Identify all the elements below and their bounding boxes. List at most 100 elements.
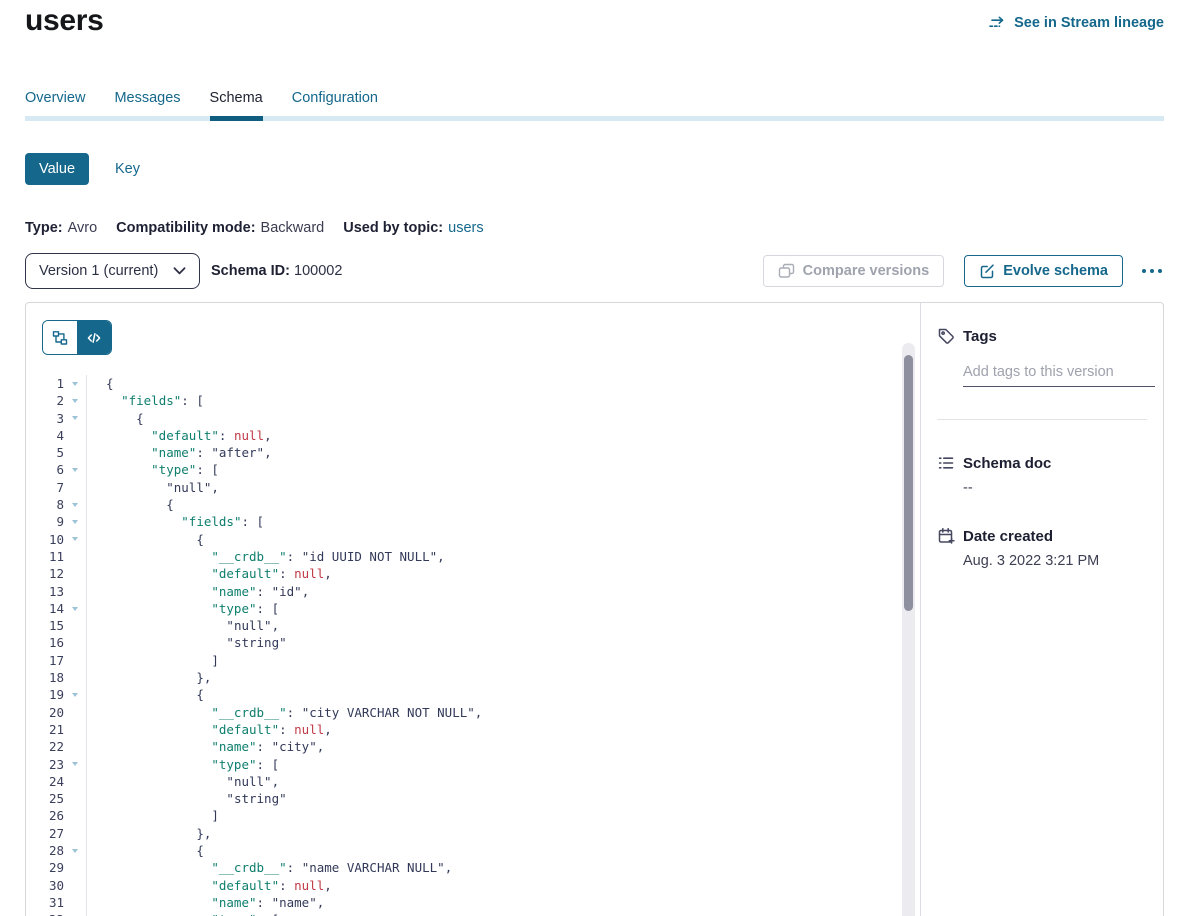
date-created-title: Date created [963,528,1053,545]
code-line-text: { [86,842,204,859]
code-line: 22 "name": "city", [26,738,920,755]
fold-arrow-icon[interactable] [72,607,78,611]
schema-doc-title: Schema doc [963,455,1051,472]
code-line-text: "default": null, [86,877,332,894]
editor-scrollbar-thumb[interactable] [904,355,913,611]
code-line-text: "string" [86,634,287,651]
version-select[interactable]: Version 1 (current) [25,253,200,289]
code-editor: 1{2 "fields": [3 {4 "default": null,5 "n… [26,375,920,916]
more-actions-menu[interactable] [1140,263,1164,279]
code-line-text: "type": [ [86,600,279,617]
fold-arrow-icon[interactable] [72,693,78,697]
code-line: 12 "default": null, [26,565,920,582]
tab-overview[interactable]: Overview [25,90,85,107]
version-select-value: Version 1 (current) [39,263,158,279]
tree-view-button[interactable] [43,321,77,354]
tags-input[interactable] [963,364,1155,380]
code-line-text: "__crdb__": "name VARCHAR NULL", [86,859,452,876]
fold-gutter [64,607,86,611]
type-value: Avro [68,220,98,236]
tags-title: Tags [963,328,997,345]
code-line-text: "name": "after", [86,444,272,461]
code-line-text: "string" [86,790,287,807]
evolve-schema-button[interactable]: Evolve schema [964,255,1123,287]
line-number: 29 [26,859,64,876]
fold-arrow-icon[interactable] [72,468,78,472]
code-line: 3 { [26,410,920,427]
fold-arrow-icon[interactable] [72,382,78,386]
line-number: 26 [26,807,64,824]
key-toggle-button[interactable]: Key [115,161,140,177]
value-key-selector: Value Key [25,153,140,185]
code-line-text: { [86,375,114,392]
fold-gutter [64,382,86,386]
code-line-text: "type": [ [86,911,279,916]
code-line: 26 ] [26,807,920,824]
compare-versions-icon [778,263,795,279]
code-line: 32 "type": [ [26,911,920,916]
fold-arrow-icon[interactable] [72,849,78,853]
page-title: users [25,4,104,38]
code-line-text: }, [86,825,211,842]
code-line: 17 ] [26,652,920,669]
fold-arrow-icon[interactable] [72,762,78,766]
code-line: 28 { [26,842,920,859]
fold-gutter [64,520,86,524]
tab-schema[interactable]: Schema [210,90,263,107]
code-line-text: "name": "name", [86,894,324,911]
tab-bar: Overview Messages Schema Configuration [25,90,378,107]
tab-configuration[interactable]: Configuration [292,90,378,107]
code-line: 19 { [26,686,920,703]
line-number: 15 [26,617,64,634]
line-number: 21 [26,721,64,738]
fold-arrow-icon[interactable] [72,503,78,507]
code-line-text: "name": "city", [86,738,324,755]
tab-underline-track [25,116,1164,121]
code-line: 6 "type": [ [26,461,920,478]
compare-versions-button[interactable]: Compare versions [763,255,945,287]
line-number: 18 [26,669,64,686]
tag-icon [937,327,955,345]
code-line: 24 "null", [26,773,920,790]
line-number: 8 [26,496,64,513]
code-view-button[interactable] [77,321,111,354]
code-line-text: "fields": [ [86,513,264,530]
fold-arrow-icon[interactable] [72,537,78,541]
code-line: 10 { [26,531,920,548]
line-number: 14 [26,600,64,617]
code-line: 25 "string" [26,790,920,807]
code-line: 13 "name": "id", [26,583,920,600]
gutter-divider [86,375,87,916]
line-number: 5 [26,444,64,461]
stream-lineage-link[interactable]: See in Stream lineage [989,15,1164,31]
fold-gutter [64,537,86,541]
code-line: 11 "__crdb__": "id UUID NOT NULL", [26,548,920,565]
tab-messages[interactable]: Messages [114,90,180,107]
fold-arrow-icon[interactable] [72,520,78,524]
tags-input-wrap [963,363,1155,387]
code-line: 21 "default": null, [26,721,920,738]
edit-schema-icon [979,263,995,279]
line-number: 2 [26,392,64,409]
doc-list-icon [937,454,955,472]
tags-section-header: Tags [937,327,1151,345]
code-line: 1{ [26,375,920,392]
topic-link[interactable]: users [448,220,483,236]
value-toggle-button[interactable]: Value [25,153,89,185]
code-line: 15 "null", [26,617,920,634]
fold-arrow-icon[interactable] [72,416,78,420]
fold-gutter [64,399,86,403]
line-number: 22 [26,738,64,755]
schema-id-value: 100002 [294,263,342,279]
fold-gutter [64,762,86,766]
code-line: 29 "__crdb__": "name VARCHAR NULL", [26,859,920,876]
calendar-icon [937,527,955,545]
code-line-text: "__crdb__": "city VARCHAR NOT NULL", [86,704,482,721]
line-number: 19 [26,686,64,703]
fold-arrow-icon[interactable] [72,399,78,403]
line-number: 11 [26,548,64,565]
fold-gutter [64,693,86,697]
schema-page: users See in Stream lineage Overview Mes… [0,0,1189,916]
line-number: 4 [26,427,64,444]
code-line: 4 "default": null, [26,427,920,444]
